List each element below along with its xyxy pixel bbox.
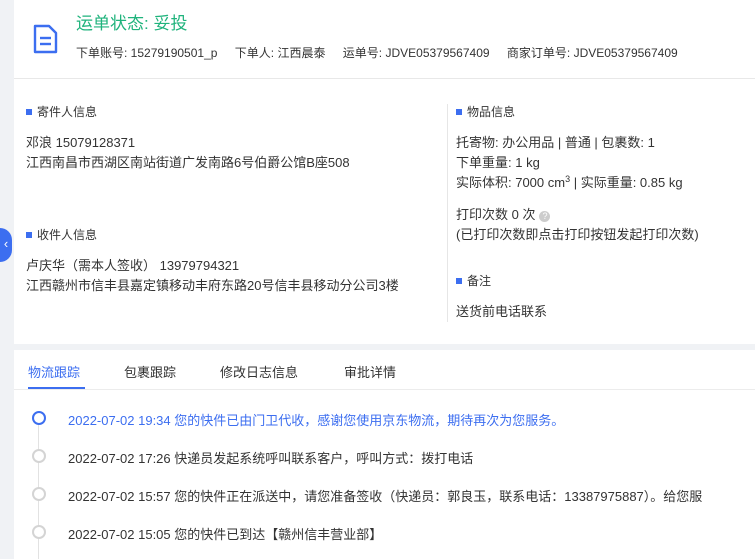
tracking-event: 2022-07-02 15:57 您的快件正在派送中，请您准备签收（快递员：郭良…: [68, 489, 703, 504]
goods-line1: 托寄物: 办公用品 | 普通 | 包裹数: 1: [456, 135, 655, 150]
timeline-dot: [32, 487, 46, 501]
column-divider: [447, 104, 448, 322]
orderer: 下单人: 江西晨泰: [234, 46, 326, 60]
tracking-event: 2022-07-02 17:26 快递员发起系统呼叫联系客户，呼叫方式：拨打电话: [68, 451, 474, 466]
tabs-divider: [14, 389, 755, 390]
print-note: (已打印次数即点击打印按钮发起打印次数): [456, 227, 699, 242]
tab-logistics-tracking[interactable]: 物流跟踪: [28, 362, 80, 381]
receiver-name-phone: 卢庆华（需本人签收） 13979794321: [26, 258, 240, 273]
tracking-event: 2022-07-02 19:34 您的快件已由门卫代收，感谢您使用京东物流，期待…: [68, 413, 565, 428]
goods-weight: 下单重量: 1 kg: [456, 155, 540, 170]
sender-section-title: 寄件人信息: [26, 103, 97, 120]
remark-text: 送货前电话联系: [456, 304, 548, 319]
timeline-dot: [32, 411, 46, 425]
document-icon: [33, 24, 58, 54]
remark-section-title: 备注: [456, 272, 491, 289]
print-count: 打印次数 0 次?: [456, 204, 551, 223]
order-account: 下单账号: 15279190501_p: [76, 46, 218, 60]
merchant-order-number: 商家订单号: JDVE05379567409: [506, 46, 678, 60]
receiver-section-title: 收件人信息: [26, 226, 97, 243]
sender-address: 江西南昌市西湖区南站街道广发南路6号伯爵公馆B座508: [26, 155, 350, 170]
tab-approval-details[interactable]: 审批详情: [344, 362, 396, 381]
waybill-meta: 下单账号: 15279190501_p 下单人: 江西晨泰 运单号: JDVE0…: [76, 44, 692, 61]
waybill-number: 运单号: JDVE05379567409: [342, 46, 490, 60]
collapse-chevron-icon[interactable]: ‹: [0, 228, 12, 262]
goods-section-title: 物品信息: [456, 103, 515, 120]
help-icon[interactable]: ?: [539, 211, 551, 222]
tab-change-log[interactable]: 修改日志信息: [220, 362, 298, 381]
tracking-event: 2022-07-02 15:05 您的快件已到达【赣州信丰营业部】: [68, 527, 383, 542]
timeline-dot: [32, 525, 46, 539]
waybill-status: 运单状态: 妥投: [76, 14, 188, 33]
receiver-address: 江西赣州市信丰县嘉定镇移动丰府东路20号信丰县移动分公司3楼: [26, 278, 399, 293]
waybill-info-panel: [14, 78, 755, 344]
sender-name-phone: 邓浪 15079128371: [26, 135, 136, 150]
timeline-dot: [32, 449, 46, 463]
tab-package-tracking[interactable]: 包裹跟踪: [124, 362, 176, 381]
active-tab-indicator: [28, 387, 85, 389]
goods-volume: 实际体积: 7000 cm3 | 实际重量: 0.85 kg: [456, 174, 683, 190]
